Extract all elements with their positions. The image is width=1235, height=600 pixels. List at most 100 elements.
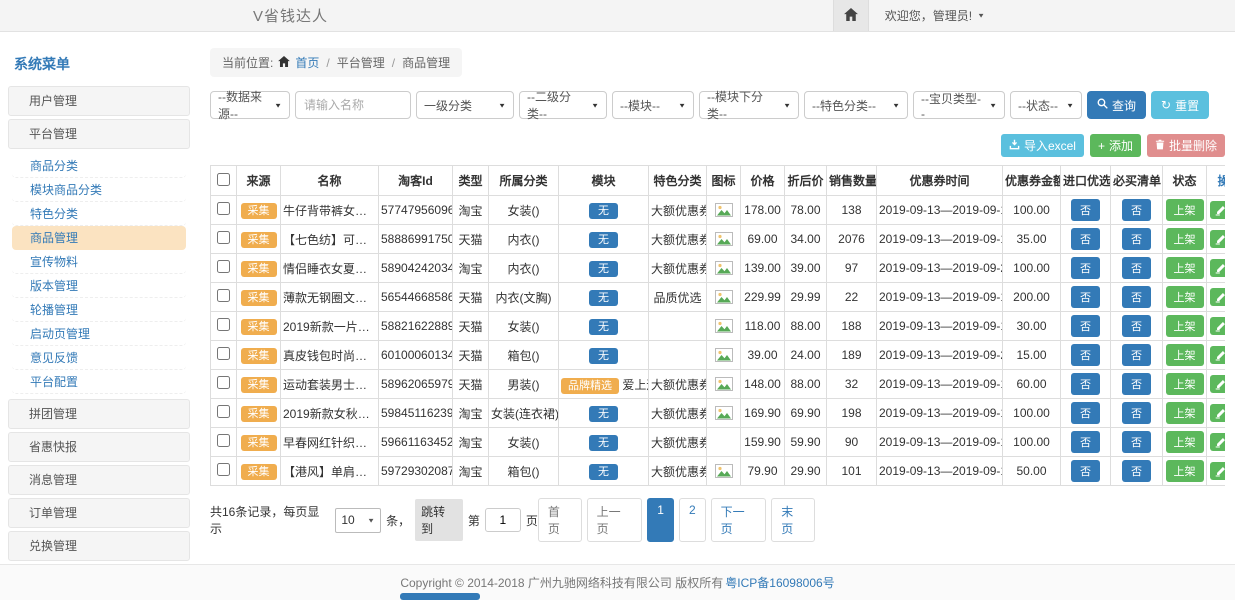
row-checkbox[interactable] (217, 434, 230, 447)
breadcrumb-item[interactable]: 商品管理 (402, 54, 450, 71)
row-checkbox[interactable] (217, 463, 230, 476)
edit-button[interactable] (1210, 288, 1225, 306)
status-toggle[interactable]: 上架 (1166, 199, 1204, 221)
source-badge[interactable]: 采集 (241, 290, 277, 306)
import-select-toggle[interactable]: 否 (1071, 315, 1100, 337)
user-dropdown[interactable]: 欢迎您，管理员! ▼ (869, 7, 985, 24)
filter-select-2[interactable]: --二级分类--▼ (519, 91, 607, 119)
source-badge[interactable]: 采集 (241, 377, 277, 393)
sidebar-item[interactable]: 特色分类 (12, 202, 186, 226)
edit-button[interactable] (1210, 230, 1225, 248)
filter-select-1[interactable]: 一级分类▼ (416, 91, 514, 119)
filter-select-7[interactable]: --状态--▼ (1010, 91, 1082, 119)
edit-button[interactable] (1210, 201, 1225, 219)
edit-button[interactable] (1210, 317, 1225, 335)
source-badge[interactable]: 采集 (241, 261, 277, 277)
row-checkbox[interactable] (217, 376, 230, 389)
row-checkbox[interactable] (217, 405, 230, 418)
module-none-badge[interactable]: 无 (589, 232, 618, 248)
module-none-badge[interactable]: 无 (589, 261, 618, 277)
sidebar-group[interactable]: 平台管理 (8, 119, 190, 149)
status-toggle[interactable]: 上架 (1166, 344, 1204, 366)
row-checkbox[interactable] (217, 318, 230, 331)
must-buy-toggle[interactable]: 否 (1122, 431, 1151, 453)
sidebar-group[interactable]: 消息管理 (8, 465, 190, 495)
status-toggle[interactable]: 上架 (1166, 460, 1204, 482)
import-select-toggle[interactable]: 否 (1071, 257, 1100, 279)
filter-select-4[interactable]: --模块下分类--▼ (699, 91, 799, 119)
must-buy-toggle[interactable]: 否 (1122, 460, 1151, 482)
sidebar-item[interactable]: 启动页管理 (12, 322, 186, 346)
sidebar-item[interactable]: 平台配置 (12, 370, 186, 394)
status-toggle[interactable]: 上架 (1166, 431, 1204, 453)
import-select-toggle[interactable]: 否 (1071, 344, 1100, 366)
must-buy-toggle[interactable]: 否 (1122, 257, 1151, 279)
edit-button[interactable] (1210, 433, 1225, 451)
status-toggle[interactable]: 上架 (1166, 402, 1204, 424)
import-select-toggle[interactable]: 否 (1071, 199, 1100, 221)
pager-1[interactable]: 1 (647, 498, 674, 542)
sidebar-item[interactable]: 意见反馈 (12, 346, 186, 370)
row-checkbox[interactable] (217, 231, 230, 244)
sidebar-item[interactable]: 商品管理 (12, 226, 186, 250)
import-select-toggle[interactable]: 否 (1071, 373, 1100, 395)
module-none-badge[interactable]: 无 (589, 348, 618, 364)
row-checkbox[interactable] (217, 289, 230, 302)
pager-2[interactable]: 2 (679, 498, 706, 542)
status-toggle[interactable]: 上架 (1166, 373, 1204, 395)
sidebar-group[interactable]: 拼团管理 (8, 399, 190, 429)
pager-末页[interactable]: 末页 (771, 498, 815, 542)
filter-select-6[interactable]: --宝贝类型--▼ (913, 91, 1005, 119)
must-buy-toggle[interactable]: 否 (1122, 344, 1151, 366)
per-page-select[interactable]: 10 ▼ (335, 508, 381, 533)
must-buy-toggle[interactable]: 否 (1122, 315, 1151, 337)
row-checkbox[interactable] (217, 260, 230, 273)
sidebar-group[interactable]: 省惠快报 (8, 432, 190, 462)
search-button[interactable]: 查询 (1087, 91, 1146, 119)
page-number-input[interactable] (485, 508, 521, 532)
pager-首页[interactable]: 首页 (538, 498, 582, 542)
module-none-badge[interactable]: 无 (589, 406, 618, 422)
sidebar-item[interactable]: 模块商品分类 (12, 178, 186, 202)
import-excel-button[interactable]: 导入excel (1001, 134, 1084, 157)
edit-button[interactable] (1210, 462, 1225, 480)
source-badge[interactable]: 采集 (241, 435, 277, 451)
module-none-badge[interactable]: 无 (589, 290, 618, 306)
must-buy-toggle[interactable]: 否 (1122, 199, 1151, 221)
sidebar-item[interactable]: 宣传物料 (12, 250, 186, 274)
pager-上一页[interactable]: 上一页 (587, 498, 643, 542)
sidebar-group[interactable]: 兑换管理 (8, 531, 190, 561)
source-badge[interactable]: 采集 (241, 464, 277, 480)
module-badge[interactable]: 品牌精选 (561, 378, 619, 394)
name-search-input[interactable] (295, 91, 411, 119)
edit-button[interactable] (1210, 346, 1225, 364)
must-buy-toggle[interactable]: 否 (1122, 228, 1151, 250)
filter-select-5[interactable]: --特色分类--▼ (804, 91, 908, 119)
pager-下一页[interactable]: 下一页 (711, 498, 767, 542)
jump-button[interactable]: 跳转到 (415, 499, 463, 541)
must-buy-toggle[interactable]: 否 (1122, 402, 1151, 424)
must-buy-toggle[interactable]: 否 (1122, 286, 1151, 308)
reset-button[interactable]: ↻ 重置 (1151, 91, 1209, 119)
breadcrumb-home-link[interactable]: 首页 (295, 54, 319, 71)
source-badge[interactable]: 采集 (241, 232, 277, 248)
horizontal-scrollbar-thumb[interactable] (400, 593, 480, 600)
filter-select-0[interactable]: --数据来源--▼ (210, 91, 290, 119)
icp-link[interactable]: 粤ICP备16098006号 (725, 574, 834, 591)
module-none-badge[interactable]: 无 (589, 464, 618, 480)
breadcrumb-item[interactable]: 平台管理 (337, 54, 385, 71)
sidebar-item[interactable]: 轮播管理 (12, 298, 186, 322)
source-badge[interactable]: 采集 (241, 406, 277, 422)
import-select-toggle[interactable]: 否 (1071, 402, 1100, 424)
row-checkbox[interactable] (217, 347, 230, 360)
sidebar-item[interactable]: 版本管理 (12, 274, 186, 298)
edit-button[interactable] (1210, 259, 1225, 277)
filter-select-3[interactable]: --模块--▼ (612, 91, 694, 119)
sidebar-item[interactable]: 商品分类 (12, 154, 186, 178)
module-none-badge[interactable]: 无 (589, 435, 618, 451)
status-toggle[interactable]: 上架 (1166, 315, 1204, 337)
select-all-checkbox[interactable] (217, 173, 230, 186)
module-none-badge[interactable]: 无 (589, 203, 618, 219)
source-badge[interactable]: 采集 (241, 203, 277, 219)
add-button[interactable]: + 添加 (1090, 134, 1141, 157)
